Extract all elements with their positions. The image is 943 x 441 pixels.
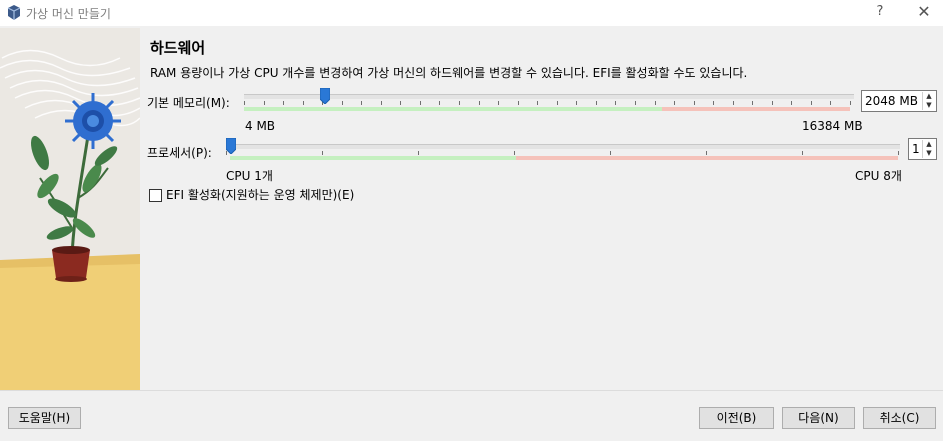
- slider-tick: [517, 101, 519, 105]
- slider-tick: [514, 151, 515, 155]
- memory-increase-icon[interactable]: ▲: [923, 92, 935, 101]
- processor-spinbox[interactable]: 1 ▲ ▼: [908, 138, 937, 160]
- slider-tick: [498, 101, 500, 105]
- slider-tick: [771, 101, 773, 105]
- efi-label[interactable]: EFI 활성화(지원하는 운영 체제만)(E): [166, 186, 354, 203]
- processor-value[interactable]: 1: [912, 142, 920, 156]
- wizard-footer: 도움말(H) 이전(B) 다음(N) 취소(C): [0, 390, 943, 441]
- efi-checkbox[interactable]: [149, 189, 162, 202]
- processor-safe-zone: [230, 156, 516, 160]
- slider-tick: [302, 101, 304, 105]
- slider-tick: [595, 101, 597, 105]
- slider-tick: [576, 101, 578, 105]
- page-heading: 하드웨어: [150, 39, 206, 57]
- back-button[interactable]: 이전(B): [699, 407, 774, 429]
- processor-increase-icon[interactable]: ▲: [923, 140, 935, 149]
- memory-max-label: 16384 MB: [802, 119, 863, 133]
- slider-tick: [810, 101, 812, 105]
- slider-tick: [802, 151, 803, 155]
- slider-tick: [713, 101, 715, 105]
- processor-min-label: CPU 1개: [226, 169, 273, 183]
- help-button[interactable]: 도움말(H): [8, 407, 81, 429]
- slider-tick: [341, 101, 343, 105]
- slider-tick: [322, 151, 323, 155]
- memory-decrease-icon[interactable]: ▼: [923, 101, 935, 110]
- processor-slider-track: [226, 144, 900, 149]
- slider-tick: [693, 101, 695, 105]
- slider-tick: [418, 151, 419, 155]
- slider-tick: [400, 101, 402, 105]
- slider-tick: [380, 101, 382, 105]
- page-description: RAM 용량이나 가상 CPU 개수를 변경하여 가상 머신의 하드웨어를 변경…: [150, 66, 748, 80]
- slider-tick: [419, 101, 421, 105]
- memory-min-label: 4 MB: [245, 119, 276, 133]
- processor-slider-handle[interactable]: [226, 138, 236, 154]
- wizard-illustration: [0, 28, 140, 390]
- slider-tick: [439, 101, 441, 105]
- processor-max-label: CPU 8개: [855, 169, 902, 183]
- slider-tick: [556, 101, 558, 105]
- slider-tick: [263, 101, 265, 105]
- slider-tick: [791, 101, 793, 105]
- slider-tick: [752, 101, 754, 105]
- cancel-button[interactable]: 취소(C): [863, 407, 936, 429]
- slider-tick: [459, 101, 461, 105]
- slider-tick: [654, 101, 656, 105]
- slider-tick: [244, 101, 245, 105]
- plant-illustration: [0, 28, 140, 390]
- memory-spinbox[interactable]: 2048 MB ▲ ▼: [861, 90, 937, 112]
- processor-decrease-icon[interactable]: ▼: [923, 149, 935, 158]
- memory-slider[interactable]: [244, 88, 854, 118]
- memory-slider-track: [244, 94, 854, 99]
- slider-tick: [850, 101, 851, 105]
- slider-tick: [610, 151, 611, 155]
- slider-tick: [478, 101, 480, 105]
- title-bar: 가상 머신 만들기 ? ✕: [0, 0, 943, 26]
- slider-tick: [706, 151, 707, 155]
- slider-tick: [615, 101, 617, 105]
- close-title-button[interactable]: ✕: [914, 2, 934, 21]
- hardware-page: 하드웨어 RAM 용량이나 가상 CPU 개수를 변경하여 가상 머신의 하드웨…: [140, 28, 943, 390]
- next-button[interactable]: 다음(N): [782, 407, 855, 429]
- processor-slider[interactable]: [226, 138, 902, 168]
- slider-tick: [283, 101, 285, 105]
- slider-tick: [537, 101, 539, 105]
- memory-warn-zone: [662, 107, 850, 111]
- memory-slider-handle[interactable]: [320, 88, 330, 104]
- slider-tick: [898, 151, 899, 155]
- processor-warn-zone: [516, 156, 898, 160]
- slider-tick: [830, 101, 832, 105]
- window-title: 가상 머신 만들기: [26, 7, 111, 21]
- memory-value[interactable]: 2048 MB: [865, 94, 918, 108]
- slider-tick: [674, 101, 676, 105]
- virtualbox-app-icon: [7, 5, 21, 20]
- slider-tick: [634, 101, 636, 105]
- slider-tick: [732, 101, 734, 105]
- memory-safe-zone: [244, 107, 662, 111]
- slider-tick: [361, 101, 363, 105]
- memory-label: 기본 메모리(M):: [147, 96, 230, 110]
- help-title-button[interactable]: ?: [870, 4, 890, 19]
- processor-label: 프로세서(P):: [147, 146, 212, 160]
